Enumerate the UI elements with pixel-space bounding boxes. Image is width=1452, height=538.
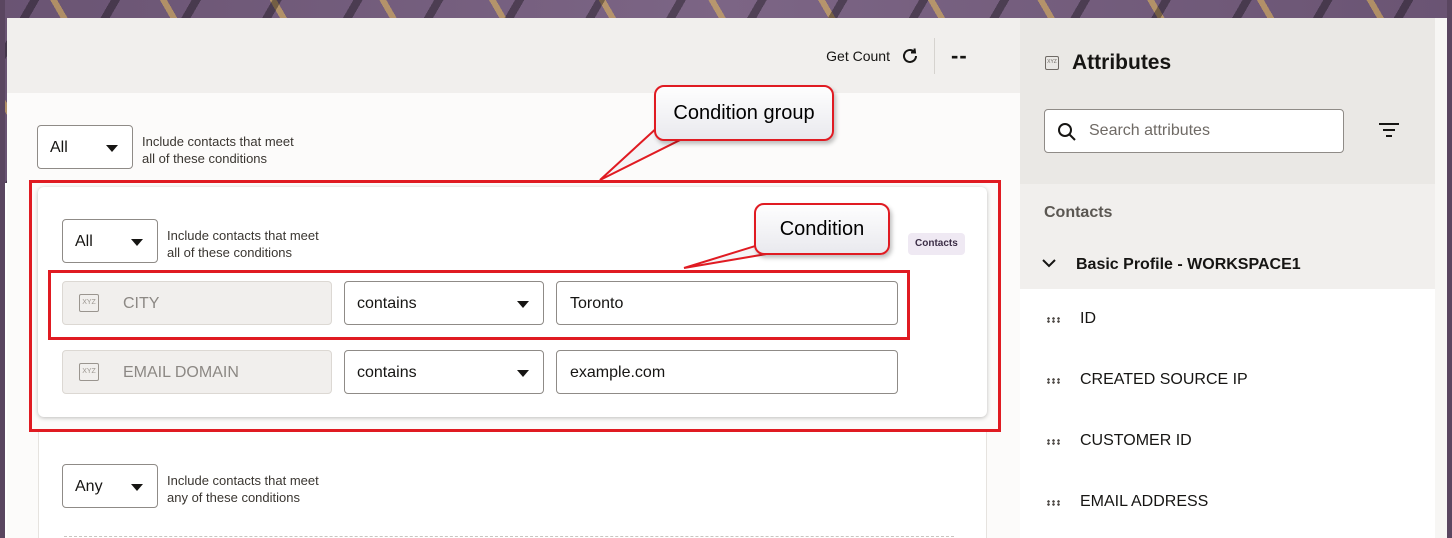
text-attribute-icon: XYZ [79,294,99,312]
second-hint-line2: any of these conditions [167,490,300,505]
root-match-select[interactable]: All [37,125,133,169]
list-item[interactable]: CUSTOMER ID [1020,411,1435,472]
chevron-down-icon [517,370,529,377]
chevron-down-icon [131,239,143,246]
attributes-icon: XYZ [1045,56,1059,70]
chevron-down-icon[interactable] [1042,258,1056,268]
attribute-name: EMAIL ADDRESS [1080,493,1209,510]
group-match-select[interactable]: All [62,219,158,263]
filter-icon[interactable] [1378,121,1400,139]
chevron-down-icon [517,301,529,308]
attribute-search-box[interactable] [1044,109,1344,153]
condition-group-callout: Condition group [654,85,834,141]
condition-operator-value: contains [357,295,417,312]
toolbar-divider [934,38,935,74]
second-group-match-select[interactable]: Any [62,464,158,508]
condition-attribute-name: CITY [123,295,160,312]
tree-node-title: Basic Profile - WORKSPACE1 [1076,256,1301,273]
chevron-down-icon [131,484,143,491]
condition-attribute-field[interactable]: XYZ CITY [62,281,332,325]
search-icon [1058,123,1076,141]
attribute-name: ID [1080,310,1096,327]
get-count-button[interactable]: Get Count [826,48,890,64]
drag-handle-icon[interactable] [1046,500,1062,506]
group-hint: Include contacts that meet all of these … [167,227,357,261]
attributes-panel-header: XYZ Attributes [1020,18,1435,184]
drag-handle-icon[interactable] [1046,317,1062,323]
count-value: -- [951,43,968,68]
drag-handle-icon[interactable] [1046,439,1062,445]
root-group-hint: Include contacts that meet all of these … [142,133,332,167]
text-attribute-icon: XYZ [79,363,99,381]
contacts-badge: Contacts [908,233,965,255]
group-match-value: All [75,233,93,250]
attribute-list: ID CREATED SOURCE IP CUSTOMER ID EMAIL A… [1020,289,1435,538]
tree-node-basic-profile[interactable]: Basic Profile - WORKSPACE1 [1020,246,1435,286]
condition-operator-value: contains [357,364,417,381]
condition-attribute-name: EMAIL DOMAIN [123,364,239,381]
group-divider [64,536,954,537]
list-item[interactable]: ID [1020,289,1435,350]
list-item[interactable]: CREATED SOURCE IP [1020,350,1435,411]
attributes-panel: XYZ Attributes Contacts Basic Profile - … [1020,18,1435,538]
condition-attribute-field[interactable]: XYZ EMAIL DOMAIN [62,350,332,394]
panel-scrollbar[interactable] [1435,18,1447,538]
list-item[interactable]: EMAIL ADDRESS [1020,472,1435,533]
group-hint-line2: all of these conditions [167,245,293,260]
root-hint-line1: Include contacts that meet [142,134,294,149]
section-label: Contacts [1044,204,1113,221]
drag-handle-icon[interactable] [1046,378,1062,384]
second-group-hint: Include contacts that meet any of these … [167,472,357,506]
condition-value-text: example.com [570,364,666,381]
condition-value-text: Toronto [570,295,624,312]
group-hint-line1: Include contacts that meet [167,228,319,243]
second-hint-line1: Include contacts that meet [167,473,319,488]
condition-callout: Condition [754,203,890,255]
root-match-value: All [50,139,68,156]
attribute-name: CREATED SOURCE IP [1080,371,1248,388]
root-hint-line2: all of these conditions [142,151,268,166]
condition-operator-select[interactable]: contains [344,281,544,325]
second-group-match-value: Any [75,478,103,495]
condition-value-input[interactable]: Toronto [556,281,898,325]
refresh-icon[interactable] [900,46,920,66]
attribute-name: CUSTOMER ID [1080,432,1192,449]
condition-value-input[interactable]: example.com [556,350,898,394]
search-input[interactable] [1089,111,1339,151]
attributes-title: Attributes [1072,51,1172,74]
chevron-down-icon [106,145,118,152]
condition-operator-select[interactable]: contains [344,350,544,394]
builder-toolbar: Get Count -- [7,18,1020,93]
